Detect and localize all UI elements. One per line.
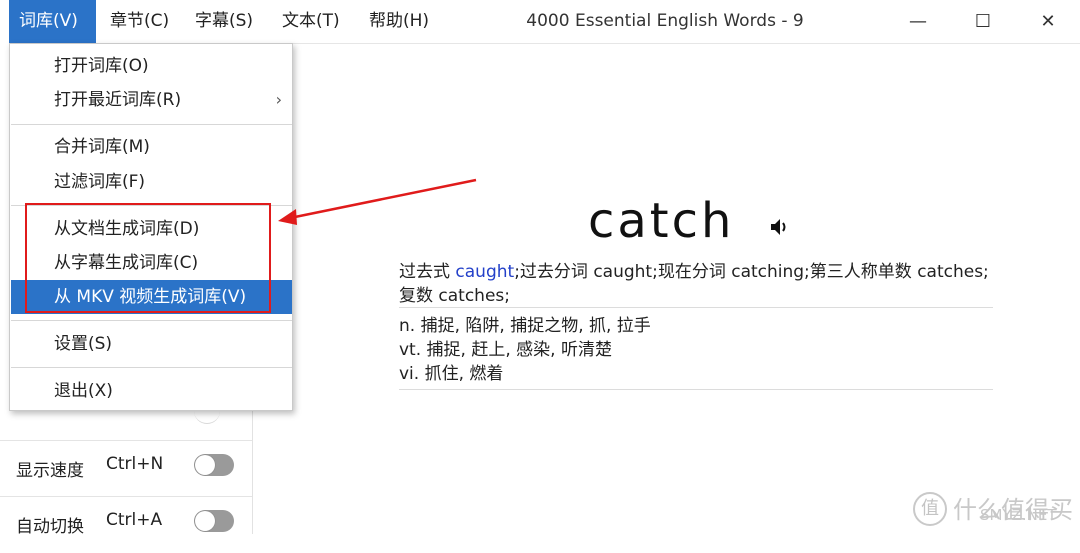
setting-label: 显示速度: [16, 461, 84, 481]
menu-help[interactable]: 帮助(H): [359, 0, 439, 43]
menu-bar: 词库(V) 章节(C) 字幕(S) 文本(T) 帮助(H) 4000 Essen…: [0, 0, 1080, 44]
menu-separator: [11, 320, 292, 321]
forms-link[interactable]: caught: [455, 262, 514, 282]
watermark-logo-icon: 值: [913, 492, 947, 526]
chevron-right-icon: ›: [275, 90, 282, 109]
setting-shortcut: Ctrl+A: [106, 510, 163, 530]
menu-lexicon[interactable]: 词库(V): [9, 0, 96, 43]
menu-item-label: 设置(S): [54, 334, 113, 354]
divider: [399, 389, 993, 390]
minimize-button[interactable]: —: [886, 0, 950, 43]
menu-text[interactable]: 文本(T): [272, 0, 350, 43]
window-title: 4000 Essential English Words - 9: [526, 11, 804, 31]
definition-line: n. 捕捉, 陷阱, 捕捉之物, 抓, 拉手: [399, 316, 651, 336]
annotation-highlight-box: [25, 203, 271, 313]
speaker-icon[interactable]: [768, 217, 790, 237]
close-button[interactable]: ✕: [1016, 0, 1080, 43]
watermark-site: SMYZ.NET: [980, 506, 1057, 524]
menu-item-label: 过滤词库(F): [54, 172, 146, 192]
menu-item-label: 合并词库(M): [54, 137, 150, 157]
menu-settings[interactable]: 设置(S): [11, 327, 292, 361]
word-headword: catch: [588, 193, 735, 249]
forms-prefix: 过去式: [399, 262, 456, 282]
menu-item-label: 退出(X): [54, 381, 113, 401]
menu-subtitle[interactable]: 字幕(S): [185, 0, 263, 43]
setting-row-display-speed: 显示速度 Ctrl+N: [0, 440, 252, 497]
maximize-button[interactable]: ☐: [951, 0, 1015, 43]
menu-open-lexicon[interactable]: 打开词库(O): [11, 49, 292, 83]
menu-item-label: 打开词库(O): [54, 56, 149, 76]
definition-line: vi. 抓住, 燃着: [399, 364, 504, 384]
menu-item-label: 打开最近词库(R): [54, 90, 182, 110]
definition-line: vt. 捕捉, 赶上, 感染, 听清楚: [399, 340, 612, 360]
setting-shortcut: Ctrl+N: [106, 454, 164, 474]
menu-separator: [11, 367, 292, 368]
menu-merge-lexicon[interactable]: 合并词库(M): [11, 130, 292, 164]
menu-exit[interactable]: 退出(X): [11, 374, 292, 408]
menu-open-recent[interactable]: 打开最近词库(R) ›: [11, 83, 292, 117]
menu-chapter[interactable]: 章节(C): [100, 0, 179, 43]
setting-label: 自动切换: [16, 517, 84, 537]
auto-switch-toggle[interactable]: [194, 510, 234, 532]
definitions: n. 捕捉, 陷阱, 捕捉之物, 抓, 拉手 vt. 捕捉, 赶上, 感染, 听…: [399, 314, 651, 386]
divider: [399, 307, 993, 308]
menu-separator: [11, 124, 292, 125]
menu-filter-lexicon[interactable]: 过滤词库(F): [11, 165, 292, 199]
display-speed-toggle[interactable]: [194, 454, 234, 476]
setting-row-auto-switch: 自动切换 Ctrl+A: [0, 496, 252, 553]
word-forms: 过去式 caught;过去分词 caught;现在分词 catching;第三人…: [399, 260, 999, 308]
